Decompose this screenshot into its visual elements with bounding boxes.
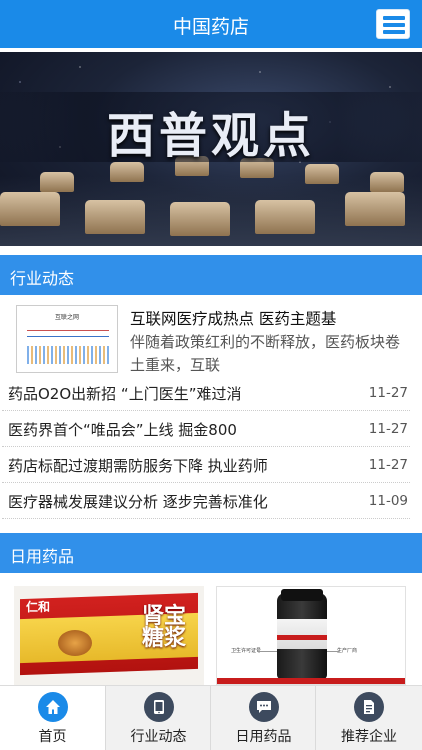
section-header-daily-medicine[interactable]: 日用药品 bbox=[0, 533, 422, 573]
news-date: 11-27 bbox=[368, 385, 408, 401]
thumbnail-title: 互联之网 bbox=[54, 314, 79, 321]
top-bar: 中国药店 bbox=[0, 0, 422, 48]
section-label: 日用药品 bbox=[10, 547, 75, 566]
news-title[interactable]: 药店标配过渡期需防服务下降 执业药师 bbox=[8, 455, 268, 476]
banner-chair bbox=[345, 192, 405, 226]
product-brand: 仁和 bbox=[26, 600, 51, 614]
product-name: 肾宝糖浆 bbox=[142, 604, 187, 651]
document-icon bbox=[354, 692, 384, 722]
banner-chair bbox=[85, 200, 145, 234]
nav-recommended-companies[interactable]: 推荐企业 bbox=[316, 686, 422, 750]
featured-title[interactable]: 互联网医疗成热点 医药主题基 bbox=[130, 307, 336, 329]
tablet-icon bbox=[144, 692, 174, 722]
thumbnail-line bbox=[27, 336, 109, 337]
section-header-industry[interactable]: 行业动态 bbox=[0, 255, 422, 295]
nav-label: 行业动态 bbox=[130, 729, 187, 745]
product-bottle-cap bbox=[281, 589, 323, 601]
callout-line bbox=[257, 651, 277, 652]
home-icon bbox=[38, 692, 68, 722]
news-date: 11-09 bbox=[368, 493, 408, 509]
thumbnail-line bbox=[27, 330, 109, 331]
banner-chair bbox=[170, 202, 230, 236]
nav-label: 日用药品 bbox=[235, 729, 292, 745]
banner-chair bbox=[255, 200, 315, 234]
featured-news[interactable]: 互联之网 互联网医疗成热点 医药主题基 伴随着政策红利的不断释放，医药板块卷土重… bbox=[0, 302, 422, 378]
app-title: 中国药店 bbox=[172, 16, 249, 38]
hamburger-menu-icon[interactable] bbox=[376, 9, 410, 39]
news-item[interactable]: 医药界首个“唯品会”上线 掘金800 11-27 bbox=[0, 411, 422, 447]
nav-home[interactable]: 首页 bbox=[0, 686, 105, 750]
nav-daily-medicine[interactable]: 日用药品 bbox=[211, 686, 316, 750]
product-bottle-label-strip bbox=[277, 635, 327, 640]
banner-chair bbox=[0, 192, 60, 226]
thumbnail-bars bbox=[27, 346, 109, 364]
section-label: 行业动态 bbox=[10, 269, 75, 288]
product-red-strip bbox=[217, 678, 405, 684]
product-bottle-label bbox=[277, 619, 327, 649]
banner-image[interactable]: 西普观点 bbox=[0, 52, 422, 246]
news-item[interactable]: 医疗器械发展建议分析 逐步完善标准化 11-09 bbox=[0, 483, 422, 519]
news-date: 11-27 bbox=[368, 421, 408, 437]
callout-line bbox=[327, 651, 339, 652]
featured-description: 伴随着政策红利的不断释放，医药板块卷土重来，互联 bbox=[130, 333, 401, 374]
news-title[interactable]: 药品O2O出新招 “上门医生”难过消 bbox=[8, 383, 241, 404]
product-image-shenbao[interactable]: 仁和 肾宝糖浆 bbox=[14, 586, 204, 685]
product-grid: 仁和 肾宝糖浆 卫生许可证号 生产厂商 bbox=[0, 580, 422, 685]
banner-chair bbox=[40, 172, 74, 192]
news-title[interactable]: 医疗器械发展建议分析 逐步完善标准化 bbox=[8, 491, 268, 512]
news-date: 11-27 bbox=[368, 457, 408, 473]
chat-bubble-icon bbox=[249, 692, 279, 722]
banner-chair bbox=[305, 164, 339, 184]
product-image-bottle[interactable]: 卫生许可证号 生产厂商 bbox=[216, 586, 406, 685]
news-title[interactable]: 医药界首个“唯品会”上线 掘金800 bbox=[8, 419, 237, 440]
nav-label: 首页 bbox=[38, 729, 67, 745]
news-item[interactable]: 药品O2O出新招 “上门医生”难过消 11-27 bbox=[0, 375, 422, 411]
bottom-nav: 首页 行业动态 日用药品 推荐企业 bbox=[0, 685, 422, 750]
product-callout: 生产厂商 bbox=[337, 648, 358, 654]
nav-industry-news[interactable]: 行业动态 bbox=[106, 686, 211, 750]
news-list: 药品O2O出新招 “上门医生”难过消 11-27 医药界首个“唯品会”上线 掘金… bbox=[0, 375, 422, 519]
featured-thumbnail[interactable]: 互联之网 bbox=[16, 305, 118, 373]
banner-chair bbox=[370, 172, 404, 192]
nav-label: 推荐企业 bbox=[341, 729, 397, 745]
product-box-fruit bbox=[58, 630, 92, 656]
banner-title: 西普观点 bbox=[106, 108, 315, 164]
news-item[interactable]: 药店标配过渡期需防服务下降 执业药师 11-27 bbox=[0, 447, 422, 483]
